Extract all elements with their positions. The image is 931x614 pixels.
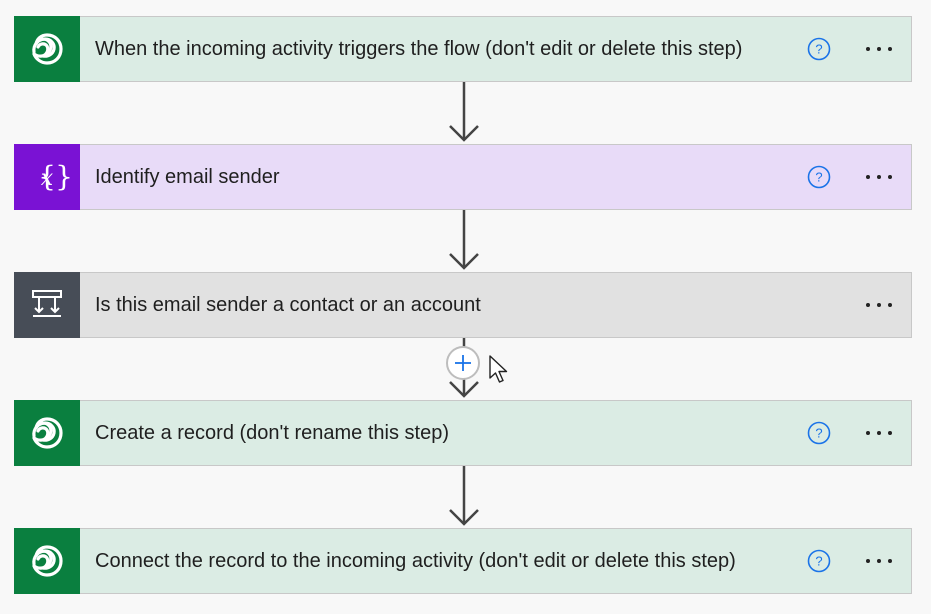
dataverse-icon xyxy=(14,528,80,594)
step-title[interactable]: Connect the record to the incoming activ… xyxy=(80,529,791,593)
more-options-button[interactable] xyxy=(863,293,895,317)
flow-step-trigger[interactable]: When the incoming activity triggers the … xyxy=(14,16,912,82)
more-icon xyxy=(866,47,892,51)
step-actions: ? xyxy=(791,529,911,593)
help-icon[interactable]: ? xyxy=(807,37,831,61)
flow-step-connect-record[interactable]: Connect the record to the incoming activ… xyxy=(14,528,912,594)
more-icon xyxy=(866,431,892,435)
connector-arrow xyxy=(449,210,479,270)
connector-arrow xyxy=(449,82,479,142)
step-title[interactable]: When the incoming activity triggers the … xyxy=(80,17,791,81)
dataverse-icon xyxy=(14,16,80,82)
svg-text:x: x xyxy=(41,166,54,191)
more-options-button[interactable] xyxy=(863,37,895,61)
flow-step-create-record[interactable]: Create a record (don't rename this step)… xyxy=(14,400,912,466)
more-icon xyxy=(866,303,892,307)
dataverse-icon xyxy=(14,400,80,466)
svg-text:?: ? xyxy=(815,170,822,185)
connector-arrow xyxy=(449,466,479,526)
step-actions xyxy=(791,273,911,337)
svg-text:}: } xyxy=(55,160,71,193)
insert-step-button[interactable] xyxy=(446,346,480,380)
more-icon xyxy=(866,559,892,563)
step-title[interactable]: Identify email sender xyxy=(80,145,791,209)
mouse-cursor-icon xyxy=(489,355,508,383)
more-options-button[interactable] xyxy=(863,549,895,573)
help-icon[interactable]: ? xyxy=(807,549,831,573)
flow-canvas: When the incoming activity triggers the … xyxy=(0,0,931,614)
svg-text:?: ? xyxy=(815,554,822,569)
flow-step-identify-sender[interactable]: { x } Identify email sender ? xyxy=(14,144,912,210)
step-title[interactable]: Is this email sender a contact or an acc… xyxy=(80,273,791,337)
step-actions: ? xyxy=(791,401,911,465)
condition-icon xyxy=(14,272,80,338)
svg-text:?: ? xyxy=(815,42,822,57)
svg-text:?: ? xyxy=(815,426,822,441)
more-options-button[interactable] xyxy=(863,165,895,189)
step-actions: ? xyxy=(791,17,911,81)
variable-icon: { x } xyxy=(14,144,80,210)
flow-step-condition[interactable]: Is this email sender a contact or an acc… xyxy=(14,272,912,338)
step-title[interactable]: Create a record (don't rename this step) xyxy=(80,401,791,465)
help-icon[interactable]: ? xyxy=(807,421,831,445)
plus-icon xyxy=(455,355,471,371)
step-actions: ? xyxy=(791,145,911,209)
more-options-button[interactable] xyxy=(863,421,895,445)
more-icon xyxy=(866,175,892,179)
help-icon[interactable]: ? xyxy=(807,165,831,189)
